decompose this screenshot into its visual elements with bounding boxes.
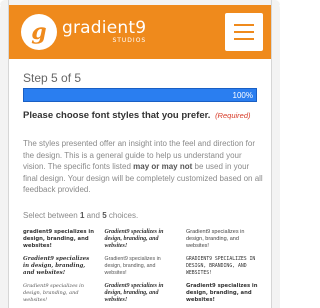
- brand-logo[interactable]: g gradient9 STUDIOS: [21, 14, 146, 50]
- font-sample-column: gradient9 specializes in design, brandin…: [23, 229, 96, 304]
- hamburger-menu-icon-bar: [234, 31, 254, 33]
- menu-button[interactable]: [225, 13, 263, 51]
- hamburger-menu-icon: [234, 24, 254, 26]
- font-sample-option[interactable]: Gradient9 specializes in design, brandin…: [186, 256, 259, 277]
- gradient9-logo-icon: g: [21, 14, 57, 50]
- site-header: g gradient9 STUDIOS: [9, 5, 271, 59]
- selection-instruction: Select between 1 and 5 choices.: [23, 211, 138, 220]
- progress-fill: [24, 89, 256, 101]
- progress-bar: 100%: [23, 88, 257, 102]
- select-prefix: Select between: [23, 211, 80, 220]
- hamburger-menu-icon-bar: [234, 38, 254, 40]
- font-sample-option[interactable]: Gradient9 specializes in design, brandin…: [105, 256, 178, 277]
- font-sample-option[interactable]: Gradient9 specializes in design, brandin…: [105, 283, 178, 304]
- description-emphasis: may or may not: [133, 162, 193, 171]
- font-sample-option[interactable]: Gradient9 specializes in design, brandin…: [23, 283, 96, 304]
- description-text: The styles presented offer an insight in…: [23, 138, 263, 196]
- question-title: Please choose font styles that you prefe…: [23, 110, 251, 121]
- font-sample-column: Gradient9 specializes in design, brandin…: [186, 229, 259, 304]
- font-sample-grid: gradient9 specializes in design, brandin…: [23, 229, 259, 304]
- device-bezel-left: [0, 0, 9, 308]
- font-sample-option[interactable]: Gradient9 specializes in design, brandin…: [186, 229, 259, 250]
- font-sample-option[interactable]: Gradient9 specializes in design, brandin…: [186, 283, 259, 304]
- brand-name: gradient9: [62, 18, 147, 38]
- font-sample-option[interactable]: Gradient9 specializes in design, brandin…: [23, 256, 96, 277]
- device-bezel-right: [271, 0, 280, 308]
- device-frame: g gradient9 STUDIOS Step 5 of 5 100% Ple…: [0, 0, 280, 308]
- brand-wordmark: gradient9 STUDIOS: [62, 20, 146, 44]
- font-sample-column: Gradient9 specializes in design, brandin…: [105, 229, 178, 304]
- question-text: Please choose font styles that you prefe…: [23, 110, 211, 121]
- svg-text:g: g: [31, 19, 46, 45]
- required-label: (Required): [215, 111, 251, 120]
- progress-percent: 100%: [232, 91, 253, 100]
- step-indicator: Step 5 of 5: [23, 71, 82, 85]
- font-sample-option[interactable]: Gradient9 specializes in design, brandin…: [105, 229, 178, 250]
- select-suffix: choices.: [106, 211, 139, 220]
- form-content: Step 5 of 5 100% Please choose font styl…: [9, 59, 271, 308]
- brand-subtitle: STUDIOS: [112, 37, 147, 44]
- font-sample-option[interactable]: gradient9 specializes in design, brandin…: [23, 229, 96, 250]
- select-middle: and: [84, 211, 103, 220]
